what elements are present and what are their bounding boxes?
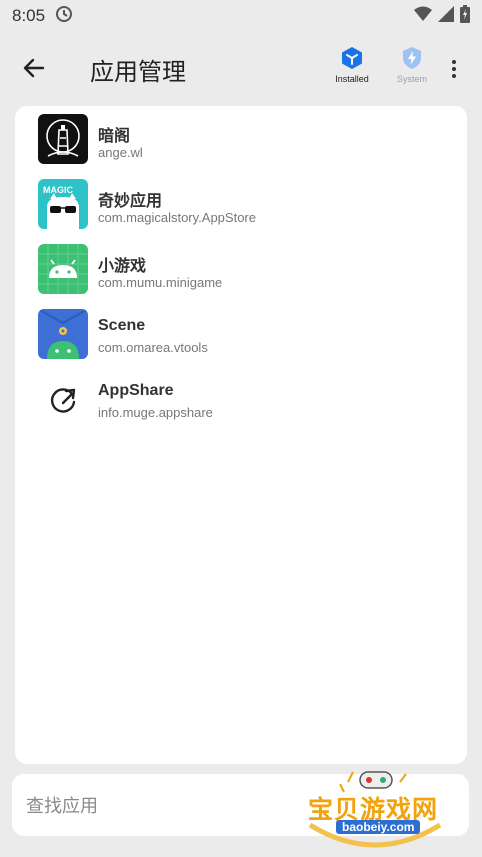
list-item-app[interactable]: 暗阁 ange.wl (15, 108, 467, 170)
app-package: ange.wl (98, 145, 143, 160)
tab-installed[interactable]: Installed (324, 46, 380, 92)
shield-bolt-icon (403, 47, 421, 69)
list-item-app[interactable]: MAGIC 奇妙应用 com.magicalstory.AppStore (15, 173, 467, 235)
list-item-app[interactable]: AppShare info.muge.appshare (15, 368, 467, 430)
tab-installed-label: Installed (335, 74, 369, 84)
cube-icon (342, 47, 362, 69)
battery-icon (460, 4, 470, 28)
more-dot-icon (452, 67, 456, 71)
list-item-app[interactable]: Scene com.omarea.vtools (15, 303, 467, 365)
signal-icon (438, 5, 454, 27)
status-time: 8:05 (12, 6, 46, 25)
back-arrow-icon (23, 58, 45, 78)
more-dot-icon (452, 60, 456, 64)
lighthouse-icon (38, 114, 88, 164)
status-bar: 8:05 (0, 0, 482, 32)
app-name: Scene (98, 317, 146, 334)
more-dot-icon (452, 74, 456, 78)
app-package: info.muge.appshare (98, 405, 213, 420)
app-package: com.magicalstory.AppStore (98, 210, 256, 225)
watermark-logo: 宝贝游戏网 baobeiy.com (300, 770, 450, 855)
back-button[interactable] (18, 52, 50, 84)
app-bar: 应用管理 Installed System (0, 36, 482, 98)
android-gear-icon (38, 309, 88, 359)
share-arrow-icon (38, 374, 88, 424)
clock-icon (55, 5, 73, 28)
magic-face-icon: MAGIC (38, 179, 88, 229)
app-list-card: 暗阁 ange.wl MAGIC 奇妙应用 com.magicalstory.A… (15, 106, 467, 764)
app-name: 暗阁 (98, 128, 131, 145)
android-grid-icon (38, 244, 88, 294)
search-placeholder: 查找应用 (26, 796, 98, 816)
tab-system-label: System (396, 74, 427, 84)
app-name: 奇妙应用 (98, 193, 163, 210)
wifi-icon (414, 6, 432, 27)
page-title: 应用管理 (90, 59, 186, 86)
app-package: com.omarea.vtools (98, 340, 208, 355)
app-name: AppShare (98, 382, 174, 399)
more-options-button[interactable] (444, 54, 464, 84)
svg-text:MAGIC: MAGIC (43, 185, 73, 195)
tab-system[interactable]: System (384, 46, 440, 92)
watermark-url: baobeiy.com (336, 820, 421, 834)
app-name: 小游戏 (98, 258, 147, 275)
app-package: com.mumu.minigame (98, 275, 223, 290)
list-item-app[interactable]: 小游戏 com.mumu.minigame (15, 238, 467, 300)
